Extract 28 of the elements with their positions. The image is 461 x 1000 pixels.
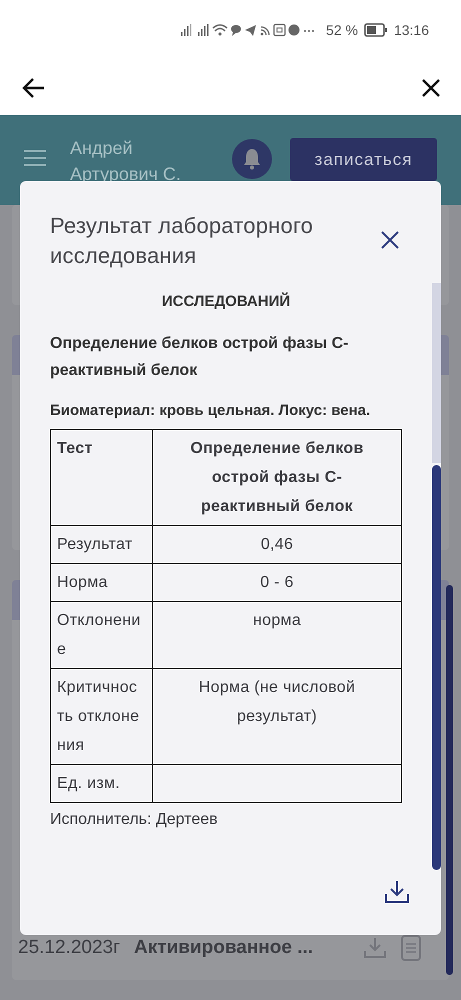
battery-percent: 52 % (326, 22, 358, 38)
notifications-button[interactable] (232, 139, 272, 179)
dialog-title: Результат лабораторного исследования (50, 212, 314, 270)
column-header: Тест (50, 430, 152, 526)
test-name: Определение белков острой фазы C-реактивный белок (50, 334, 350, 381)
table-cell: 0 - 6 (152, 564, 402, 602)
table-cell: Ед. изм. (50, 764, 152, 802)
user-name: Андрей Артурович С. (70, 137, 182, 186)
row-title: Активированное ... (134, 937, 314, 959)
sign-up-button[interactable]: записаться (290, 138, 437, 181)
table-cell: Норма (50, 564, 152, 602)
column-header: Определение белков острой фазы C-реактивный белок (152, 430, 402, 526)
bell-icon (243, 148, 261, 170)
table-cell: 0,46 (152, 526, 402, 564)
scrollbar-thumb[interactable] (432, 465, 441, 870)
row-date: 25.12.2023г (18, 937, 120, 959)
battery-icon (364, 23, 388, 37)
table-cell: норма (152, 602, 402, 668)
table-cell: Результат (50, 526, 152, 564)
table-cell: Отклонение (50, 602, 152, 668)
clock: 13:16 (394, 22, 429, 38)
table-cell: Норма (не числовой результат) (152, 668, 402, 764)
back-button[interactable] (22, 76, 46, 98)
biomaterial-text: Биоматериал: кровь цельная. Локус: вена. (50, 402, 372, 419)
section-heading: ИССЛЕДОВАНИЙ (160, 293, 292, 310)
performer-text: Исполнитель: Дертеев (50, 811, 219, 829)
close-button[interactable] (421, 78, 441, 98)
table-cell: Критичность отклонения (50, 668, 152, 764)
